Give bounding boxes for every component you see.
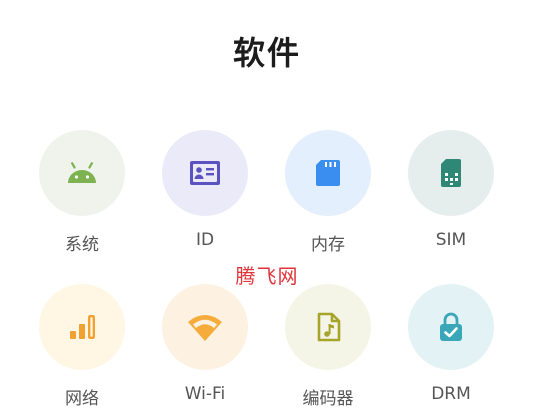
tile-sim[interactable]: SIM [396,130,506,260]
tile-wifi-label: Wi-Fi [184,384,226,404]
tile-codec[interactable]: 编码器 [273,284,383,414]
tile-sim-label: SIM [435,230,467,250]
tile-wifi[interactable]: Wi-Fi [150,284,260,414]
tile-id[interactable]: ID [150,130,260,260]
tile-network[interactable]: 网络 [27,284,137,414]
tile-network-circle [39,284,125,370]
tile-sim-circle [408,130,494,216]
signal-bars-icon [70,314,96,340]
tile-system[interactable]: 系统 [27,130,137,260]
sim-card-icon [441,159,461,187]
tile-memory-label: 内存 [311,235,345,255]
wifi-icon [188,315,222,341]
tile-drm-circle [408,284,494,370]
tile-memory-circle [285,130,371,216]
tile-wifi-circle [162,284,248,370]
tile-drm[interactable]: DRM [396,284,506,414]
tile-network-label: 网络 [65,389,99,409]
lock-check-icon [440,312,462,341]
id-card-icon [190,161,220,185]
tile-codec-circle [285,284,371,370]
page-title: 软件 [232,34,301,72]
tile-id-circle [162,130,248,216]
tile-id-label: ID [195,230,215,250]
memory-card-icon [316,160,340,186]
tile-system-label: 系统 [65,235,99,255]
tile-codec-label: 编码器 [302,389,354,409]
music-file-icon [317,312,341,342]
watermark-text: 腾飞网 [235,264,299,288]
tile-system-circle [39,130,125,216]
tile-drm-label: DRM [431,384,471,404]
android-icon [68,162,96,183]
tile-memory[interactable]: 内存 [273,130,383,260]
